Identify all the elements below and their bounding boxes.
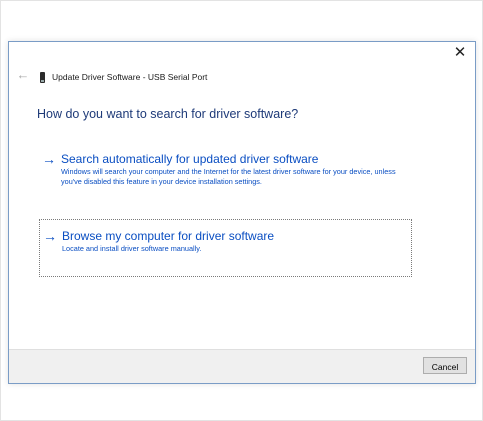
close-icon[interactable]: ✕ <box>451 45 469 61</box>
right-arrow-icon: → <box>42 151 56 167</box>
window-title: Update Driver Software - USB Serial Port <box>52 72 208 82</box>
option-title[interactable]: Search automatically for updated driver … <box>61 152 318 166</box>
cancel-button[interactable]: Cancel <box>423 357 467 374</box>
dialog-footer: Cancel <box>9 349 475 383</box>
option-description: Windows will search your computer and th… <box>61 167 396 186</box>
option-title[interactable]: Browse my computer for driver software <box>62 229 274 243</box>
usb-device-icon <box>40 71 45 83</box>
option-description: Locate and install driver software manua… <box>62 244 202 253</box>
dialog-header: Update Driver Software - USB Serial Port <box>40 70 207 84</box>
browse-computer-option[interactable]: → Browse my computer for driver software… <box>39 219 412 277</box>
search-automatically-option[interactable]: → Search automatically for updated drive… <box>39 149 410 199</box>
page-heading: How do you want to search for driver sof… <box>37 107 299 121</box>
back-arrow-icon[interactable]: ← <box>16 68 30 82</box>
right-arrow-icon: → <box>43 228 57 244</box>
update-driver-dialog: ✕ ← Update Driver Software - USB Serial … <box>8 41 476 384</box>
